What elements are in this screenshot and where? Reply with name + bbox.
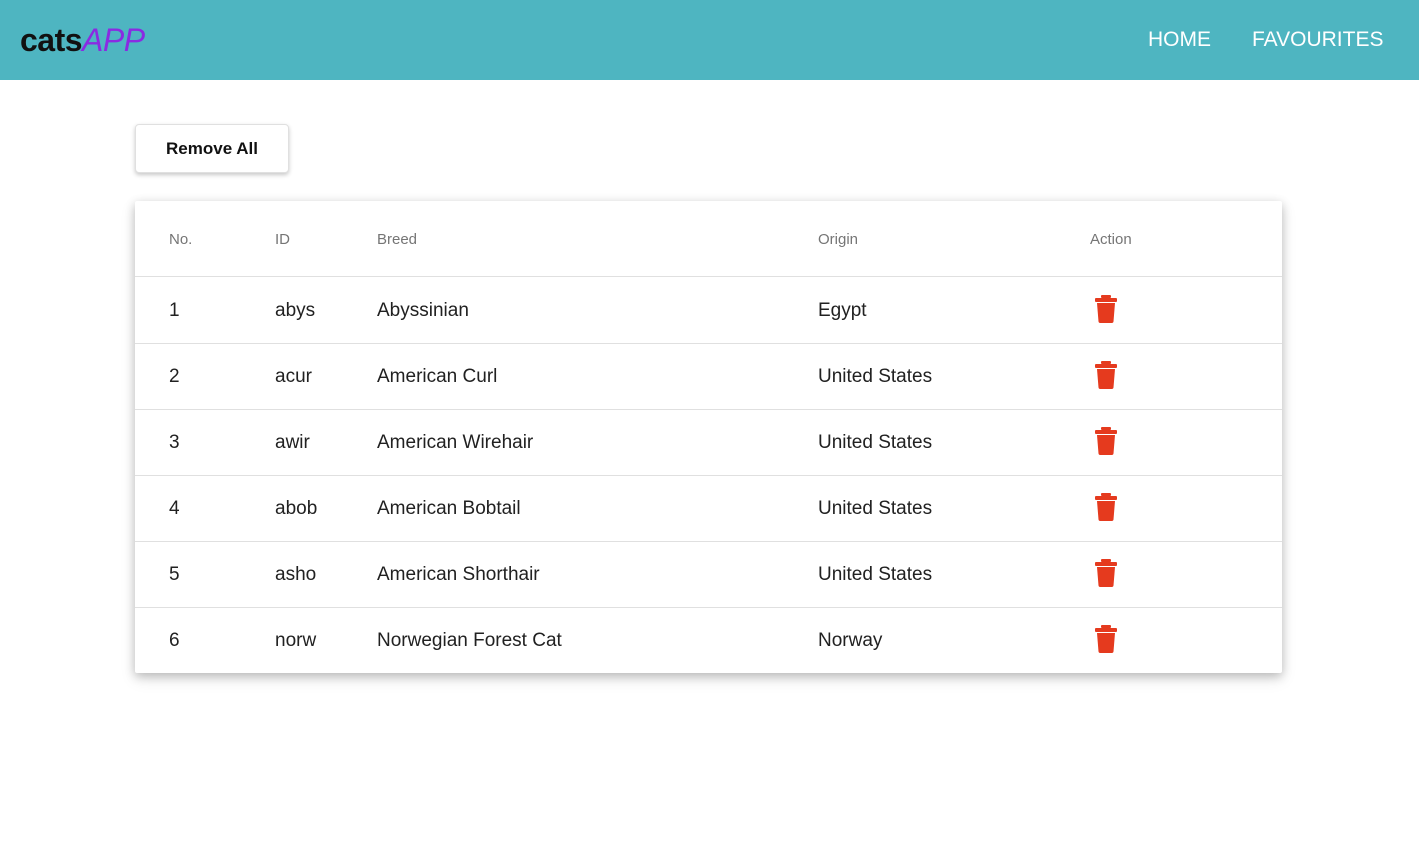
column-header-no: No. bbox=[169, 231, 193, 248]
nav-home-link[interactable]: HOME bbox=[1148, 28, 1211, 52]
favourites-table: No. ID Breed Origin Action 1 abys Abyssini… bbox=[135, 201, 1282, 673]
delete-favourite-button[interactable] bbox=[1093, 492, 1119, 522]
row-number-cell: 2 bbox=[169, 366, 180, 387]
row-number-cell: 5 bbox=[169, 564, 180, 585]
delete-favourite-button[interactable] bbox=[1093, 558, 1119, 588]
row-id-cell: asho bbox=[275, 564, 317, 585]
column-header-action: Action bbox=[1090, 231, 1132, 248]
row-origin-cell: Egypt bbox=[818, 300, 867, 321]
app-bar: catsAPP HOME FAVOURITES bbox=[0, 0, 1419, 80]
row-breed-cell: American Wirehair bbox=[377, 432, 534, 453]
table-row: 4 abob American Bobtail United States bbox=[135, 476, 1282, 542]
row-id-cell: norw bbox=[275, 630, 317, 651]
row-breed-cell: American Shorthair bbox=[377, 564, 540, 585]
row-origin-cell: United States bbox=[818, 366, 933, 387]
remove-all-button[interactable]: Remove All bbox=[135, 124, 289, 173]
table-row: 5 asho American Shorthair United States bbox=[135, 542, 1282, 608]
row-id-cell: abys bbox=[275, 300, 316, 321]
row-origin-cell: United States bbox=[818, 564, 933, 585]
trash-icon bbox=[1095, 361, 1117, 389]
row-id-cell: awir bbox=[275, 432, 310, 453]
table-row: 3 awir American Wirehair United States bbox=[135, 410, 1282, 476]
row-id-cell: acur bbox=[275, 366, 312, 387]
trash-icon bbox=[1095, 559, 1117, 587]
row-number-cell: 6 bbox=[169, 630, 180, 651]
nav-favourites-link[interactable]: FAVOURITES bbox=[1252, 28, 1383, 52]
delete-favourite-button[interactable] bbox=[1093, 426, 1119, 456]
delete-favourite-button[interactable] bbox=[1093, 294, 1119, 324]
column-header-breed: Breed bbox=[377, 231, 418, 248]
trash-icon bbox=[1095, 295, 1117, 323]
row-id-cell: abob bbox=[275, 498, 318, 519]
row-origin-cell: Norway bbox=[818, 630, 883, 651]
row-origin-cell: United States bbox=[818, 498, 933, 519]
column-header-id: ID bbox=[275, 231, 290, 248]
row-breed-cell: Norwegian Forest Cat bbox=[377, 630, 562, 651]
logo-text-app: APP bbox=[82, 22, 145, 58]
table-row: 2 acur American Curl United States bbox=[135, 344, 1282, 410]
table-row: 1 abys Abyssinian Egypt bbox=[135, 278, 1282, 344]
row-origin-cell: United States bbox=[818, 432, 933, 453]
row-number-cell: 3 bbox=[169, 432, 180, 453]
table-row: 6 norw Norwegian Forest Cat Norway bbox=[135, 608, 1282, 674]
column-header-origin: Origin bbox=[818, 231, 859, 248]
trash-icon bbox=[1095, 427, 1117, 455]
trash-icon bbox=[1095, 625, 1117, 653]
row-number-cell: 4 bbox=[169, 498, 180, 519]
row-number-cell: 1 bbox=[169, 300, 180, 321]
table-header: No. ID Breed Origin Action bbox=[135, 201, 1282, 277]
app-logo[interactable]: catsAPP bbox=[20, 22, 145, 58]
delete-favourite-button[interactable] bbox=[1093, 360, 1119, 390]
trash-icon bbox=[1095, 493, 1117, 521]
row-breed-cell: American Bobtail bbox=[377, 498, 521, 519]
row-breed-cell: Abyssinian bbox=[377, 300, 469, 321]
row-breed-cell: American Curl bbox=[377, 366, 498, 387]
delete-favourite-button[interactable] bbox=[1093, 624, 1119, 654]
logo-text-cats: cats bbox=[20, 22, 83, 58]
